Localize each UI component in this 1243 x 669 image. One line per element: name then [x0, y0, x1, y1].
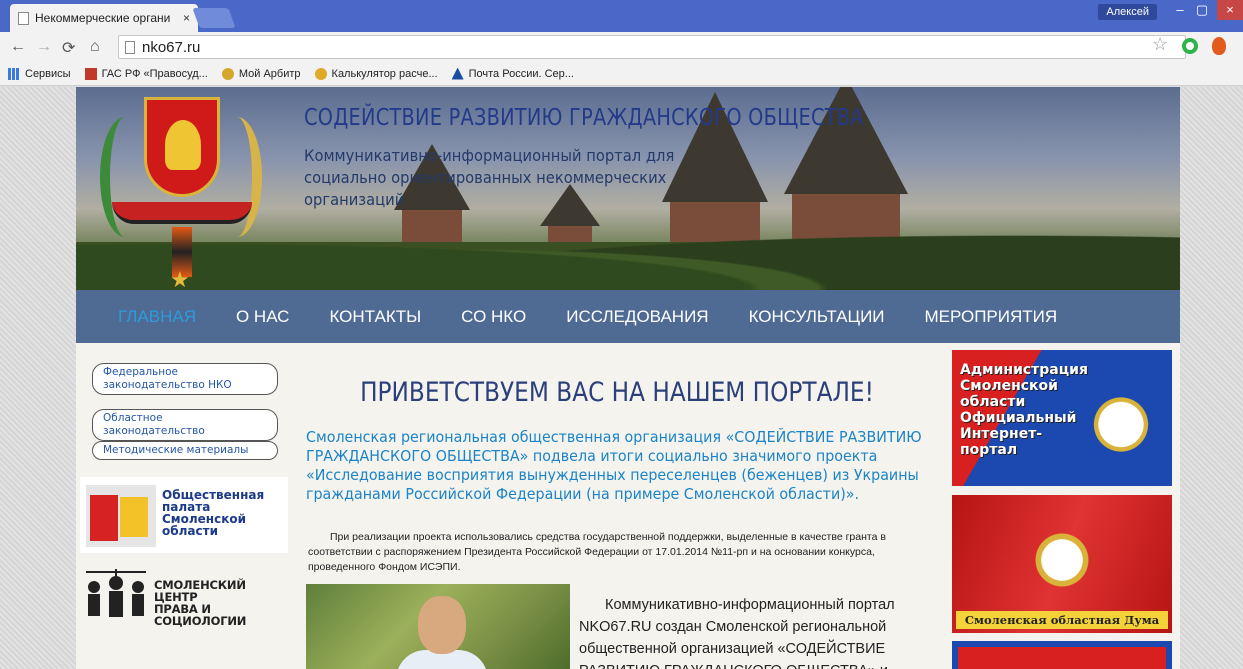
duma-caption: Смоленская областная Дума [956, 611, 1168, 629]
page-icon [125, 40, 135, 54]
browser-toolbar: ← → ⟳ ⌂ nko67.ru [0, 32, 1243, 62]
new-tab-button[interactable] [192, 8, 236, 28]
menu-item-research[interactable]: ИССЛЕДОВАНИЯ [566, 307, 708, 327]
forward-icon[interactable]: → [36, 38, 52, 56]
url-text: nko67.ru [142, 38, 201, 56]
tab-close-icon[interactable]: × [183, 11, 190, 25]
chamber-emblem-icon [86, 485, 156, 547]
bookmark-label: Почта России. Сер... [468, 67, 574, 80]
page-icon [18, 11, 29, 25]
apps-grid-icon [8, 67, 20, 80]
site-title: СОДЕЙСТВИЕ РАЗВИТИЮ ГРАЖДАНСКОГО ОБЩЕСТВ… [304, 105, 864, 131]
public-chamber-banner[interactable]: Общественная палата Смоленской области [80, 477, 288, 553]
extension-green-icon[interactable] [1182, 38, 1198, 54]
administration-portal-banner[interactable]: Администрация Смоленской области Официал… [952, 350, 1172, 486]
bookmarks-bar: Сервисы ГАС РФ «Правосуд... Мой Арбитр К… [0, 62, 1243, 86]
reload-icon[interactable]: ⟳ [62, 38, 75, 58]
arbitr-icon [221, 67, 234, 80]
smolensk-coat-icon [1002, 505, 1122, 605]
menu-item-so-nko[interactable]: СО НКО [461, 307, 526, 327]
administration-banner-text: Администрация Смоленской области Официал… [960, 362, 1088, 458]
gas-rf-icon [84, 67, 97, 80]
sidebar-link-methodical[interactable]: Методические материалы [92, 441, 278, 460]
address-bar[interactable]: nko67.ru [118, 35, 1186, 59]
browser-tab[interactable]: Некоммерческие органи × [10, 4, 198, 32]
calculator-icon [314, 67, 327, 80]
smolensk-coat-icon [1078, 364, 1164, 474]
site-subtitle: Коммуникативно-информационный портал для… [304, 146, 675, 209]
bookmark-item[interactable]: Мой Арбитр [221, 67, 301, 80]
law-center-banner[interactable]: СМОЛЕНСКИЙ ЦЕНТР ПРАВА И СОЦИОЛОГИИ [80, 563, 292, 627]
post-icon [451, 67, 464, 80]
body-paragraph: При реализации проекта использовались ср… [308, 531, 886, 573]
bookmark-label: ГАС РФ «Правосуд... [101, 67, 208, 80]
law-center-text: СМОЛЕНСКИЙ ЦЕНТР ПРАВА И СОЦИОЛОГИИ [154, 578, 247, 628]
home-icon[interactable]: ⌂ [90, 38, 100, 56]
welcome-heading: ПРИВЕТСТВУЕМ ВАС НА НАШЕМ ПОРТАЛЕ! [360, 377, 874, 408]
bookmark-item[interactable]: Калькулятор расче... [314, 67, 438, 80]
third-banner[interactable] [952, 641, 1172, 669]
apps-label: Сервисы [25, 67, 71, 80]
close-window-button[interactable]: × [1217, 0, 1243, 20]
menu-item-contacts[interactable]: КОНТАКТЫ [329, 307, 421, 327]
bookmark-label: Калькулятор расче... [331, 67, 438, 80]
site-container: ★ СОДЕЙСТВИЕ РАЗВИТИЮ ГРАЖДАНСКОГО ОБЩЕС… [76, 87, 1180, 669]
coat-of-arms-logo[interactable]: ★ [92, 97, 270, 290]
back-icon[interactable]: ← [10, 38, 26, 56]
sidebar-link-federal-law[interactable]: Федеральное законодательство НКО [92, 363, 278, 395]
tab-strip: Некоммерческие органи × Алексей – ▢ × [0, 0, 1243, 32]
apps-shortcut[interactable]: Сервисы [8, 67, 71, 80]
tab-title: Некоммерческие органи [35, 11, 171, 25]
bookmark-item[interactable]: Почта России. Сер... [451, 67, 574, 80]
menu-item-about[interactable]: О НАС [236, 307, 289, 327]
regional-duma-banner[interactable]: Смоленская областная Дума [952, 495, 1172, 633]
chamber-banner-text: Общественная палата Смоленской области [162, 488, 265, 538]
person-photo [306, 584, 570, 669]
profile-button[interactable]: Алексей [1098, 4, 1157, 20]
extension-flame-icon[interactable] [1212, 37, 1226, 55]
lead-paragraph[interactable]: Смоленская региональная общественная орг… [306, 428, 924, 504]
sidebar-link-regional-law[interactable]: Областное законодательство [92, 409, 278, 441]
menu-item-events[interactable]: МЕРОПРИЯТИЯ [925, 307, 1058, 327]
bookmark-star-icon[interactable]: ☆ [1152, 34, 1168, 55]
main-menu: ГЛАВНАЯ О НАС КОНТАКТЫ СО НКО ИССЛЕДОВАН… [76, 290, 1180, 343]
scales-of-justice-icon [86, 569, 146, 617]
maximize-button[interactable]: ▢ [1189, 0, 1215, 20]
bookmark-item[interactable]: ГАС РФ «Правосуд... [84, 67, 208, 80]
menu-item-consultations[interactable]: КОНСУЛЬТАЦИИ [749, 307, 885, 327]
intro-paragraph: Коммуникативно-информационный портал NKO… [579, 597, 895, 669]
site-header: ★ СОДЕЙСТВИЕ РАЗВИТИЮ ГРАЖДАНСКОГО ОБЩЕС… [76, 87, 1180, 290]
menu-item-home[interactable]: ГЛАВНАЯ [118, 307, 196, 327]
bookmark-label: Мой Арбитр [238, 67, 301, 80]
